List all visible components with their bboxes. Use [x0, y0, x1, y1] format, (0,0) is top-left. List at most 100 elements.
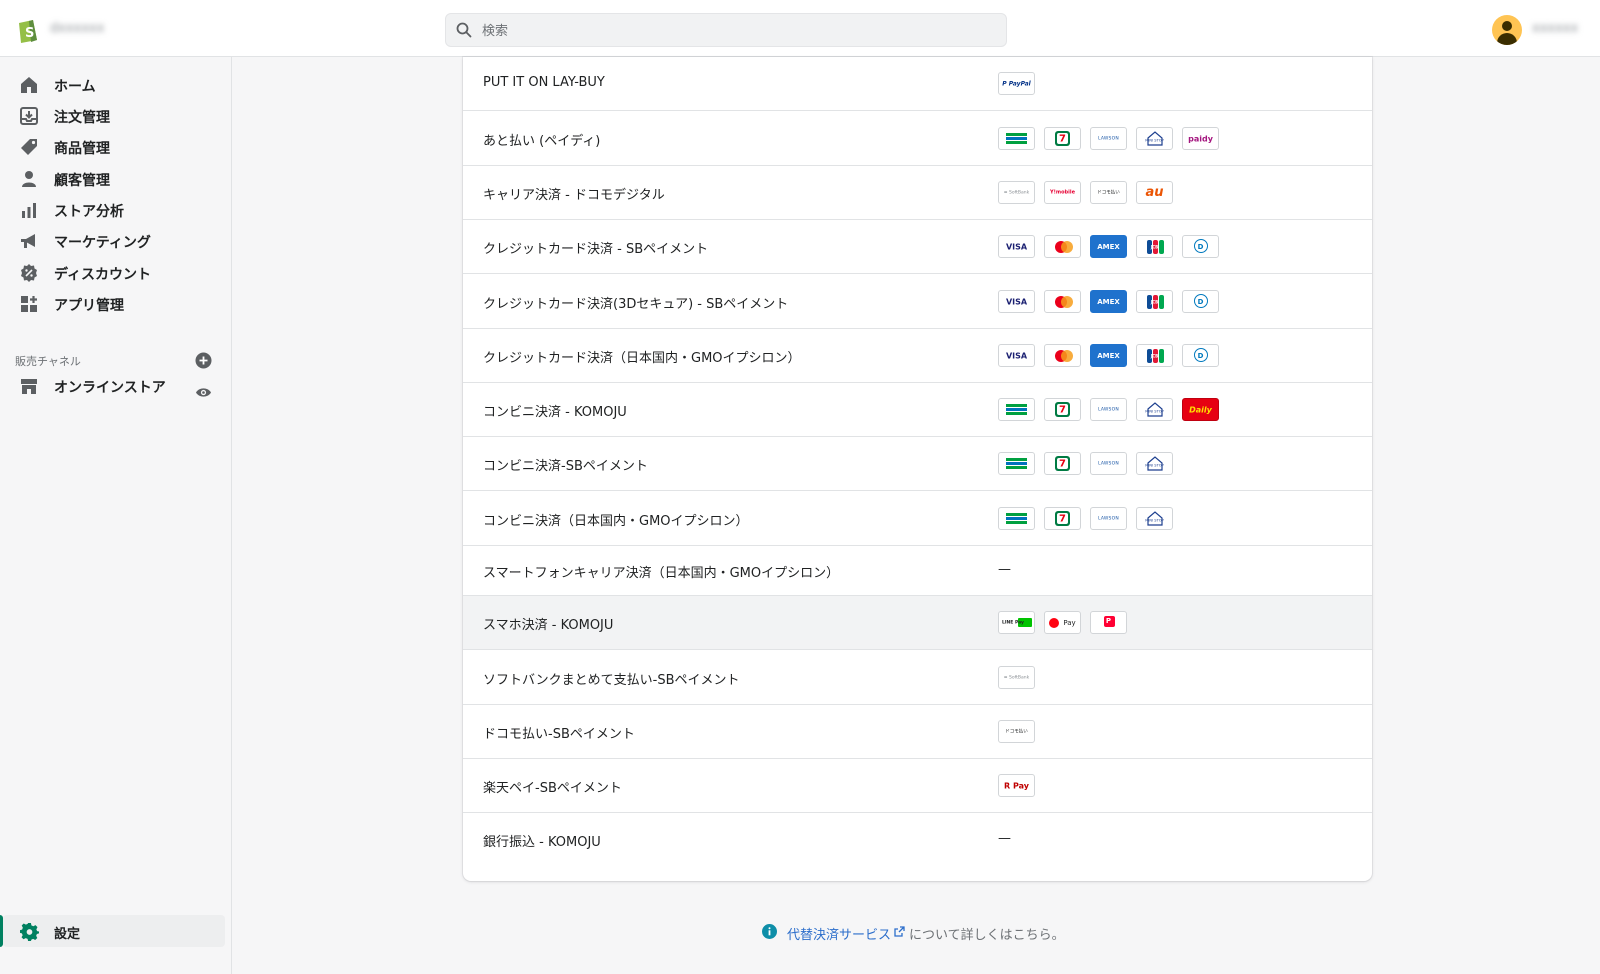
footer-text: について詳しくはこちら。: [909, 928, 1065, 943]
no-icons-dash: —: [998, 562, 1011, 577]
provider-name: あと払い (ペイディ): [483, 134, 601, 149]
shopify-logo-icon[interactable]: S: [14, 16, 42, 44]
payment-provider-row[interactable]: スマホ決済 - KOMOJU LINE Pay Pay P: [463, 596, 1372, 650]
mastercard-icon: [1044, 235, 1081, 258]
diners-icon: D: [1182, 290, 1219, 313]
payment-provider-row[interactable]: コンビニ決済（日本国内・GMOイプシロン） 7 LAWSON MINI STOP: [463, 491, 1372, 546]
payment-provider-row[interactable]: スマートフォンキャリア決済（日本国内・GMOイプシロン） —: [463, 546, 1372, 596]
alternative-payments-link[interactable]: 代替決済サービス: [787, 924, 891, 943]
payment-provider-row[interactable]: クレジットカード決済（日本国内・GMOイプシロン） VISA AMEX JCB D: [463, 329, 1372, 383]
sidebar-item-products[interactable]: 商品管理: [0, 131, 231, 161]
analytics-icon: [22, 203, 36, 218]
gear-icon: [20, 922, 39, 941]
jcb-icon: JCB: [1136, 235, 1173, 258]
payment-provider-row[interactable]: あと払い (ペイディ) 7 LAWSON MINI STOP paidy: [463, 111, 1372, 166]
payment-provider-row[interactable]: 銀行振込 - KOMOJU —: [463, 813, 1372, 881]
provider-name: 楽天ペイ-SBペイメント: [483, 781, 622, 796]
payment-icons: R Pay: [998, 774, 1035, 797]
top-bar: S dxxxxxx xxxxxx: [0, 0, 1600, 57]
ymobile-icon: Y!mobile: [1044, 181, 1081, 204]
diners-icon: D: [1182, 344, 1219, 367]
provider-name: クレジットカード決済 - SBペイメント: [483, 242, 709, 257]
sales-channels-heading: 販売チャネル: [15, 355, 81, 368]
payment-icons: ドコモ払い: [998, 720, 1035, 743]
amex-icon: AMEX: [1090, 235, 1127, 258]
sidebar-item-apps[interactable]: アプリ管理: [0, 288, 231, 318]
payment-provider-row[interactable]: ドコモ払い-SBペイメント ドコモ払い: [463, 705, 1372, 759]
orders-icon: [20, 107, 38, 125]
ministop-icon: MINI STOP: [1136, 507, 1173, 530]
provider-name: コンビニ決済 - KOMOJU: [483, 405, 627, 420]
jcb-icon: JCB: [1136, 290, 1173, 313]
jcb-icon: JCB: [1136, 344, 1173, 367]
sidebar-item-home[interactable]: ホーム: [0, 69, 231, 99]
ministop-icon: MINI STOP: [1136, 127, 1173, 150]
sidebar-item-marketing[interactable]: マーケティング: [0, 225, 231, 255]
provider-name: スマートフォンキャリア決済（日本国内・GMOイプシロン）: [483, 566, 840, 581]
payment-provider-row[interactable]: ソフトバンクまとめて支払い-SBペイメント ≡ SoftBank: [463, 650, 1372, 705]
store-icon: [21, 379, 37, 394]
payment-icons: P PayPal: [998, 72, 1035, 95]
mastercard-icon: [1044, 344, 1081, 367]
familymart-icon: [998, 398, 1035, 421]
customer-icon: [22, 171, 36, 187]
familymart-icon: [998, 127, 1035, 150]
sidebar-item-settings[interactable]: 設定: [0, 915, 225, 947]
payment-icons: 7 LAWSON MINI STOP: [998, 507, 1173, 530]
megaphone-icon: [21, 234, 35, 248]
payment-provider-row[interactable]: キャリア決済 - ドコモデジタル ≡ SoftBank Y!mobile ドコモ払い a…: [463, 166, 1372, 220]
sidebar-item-orders[interactable]: 注文管理: [0, 100, 231, 130]
alternative-payments-card: PUT IT ON LAY-BUY P PayPal あと払い (ペイディ) 7 LAW…: [463, 57, 1372, 881]
payment-provider-row[interactable]: コンビニ決済-SBペイメント 7 LAWSON MINI STOP: [463, 437, 1372, 491]
lawson-icon: LAWSON: [1090, 127, 1127, 150]
docomo-icon: ドコモ払い: [998, 720, 1035, 743]
seven-eleven-icon: 7: [1044, 452, 1081, 475]
provider-name: スマホ決済 - KOMOJU: [483, 618, 614, 633]
payment-provider-row[interactable]: クレジットカード決済 - SBペイメント VISA AMEX JCB D: [463, 220, 1372, 274]
paypay-icon: P: [1090, 611, 1127, 634]
visa-icon: VISA: [998, 235, 1035, 258]
payment-icons: 7 LAWSON MINI STOP Daily: [998, 398, 1219, 421]
sidebar-item-customers[interactable]: 顧客管理: [0, 163, 231, 193]
provider-name: 銀行振込 - KOMOJU: [483, 835, 601, 850]
daily-icon: Daily: [1182, 398, 1219, 421]
mastercard-icon: [1044, 290, 1081, 313]
home-icon: [21, 77, 37, 93]
provider-name: コンビニ決済-SBペイメント: [483, 459, 648, 474]
add-channel-icon[interactable]: [195, 352, 212, 369]
external-link-icon[interactable]: [894, 926, 905, 937]
store-name[interactable]: dxxxxxx: [50, 21, 104, 36]
ministop-icon: MINI STOP: [1136, 398, 1173, 421]
provider-name: クレジットカード決済（日本国内・GMOイプシロン）: [483, 351, 801, 366]
diners-icon: D: [1182, 235, 1219, 258]
payment-provider-row[interactable]: 楽天ペイ-SBペイメント R Pay: [463, 759, 1372, 813]
avatar[interactable]: [1492, 15, 1522, 45]
seven-eleven-icon: 7: [1044, 507, 1081, 530]
payment-icons: VISA AMEX JCB D: [998, 344, 1219, 367]
provider-name: ドコモ払い-SBペイメント: [483, 727, 635, 742]
payment-icons: ≡ SoftBank Y!mobile ドコモ払い au: [998, 181, 1173, 204]
eye-icon[interactable]: [195, 384, 212, 401]
docomo-icon: ドコモ払い: [1090, 181, 1127, 204]
payment-icons: VISA AMEX JCB D: [998, 290, 1219, 313]
amex-icon: AMEX: [1090, 290, 1127, 313]
lawson-icon: LAWSON: [1090, 398, 1127, 421]
familymart-icon: [998, 452, 1035, 475]
sidebar-item-discounts[interactable]: ディスカウント: [0, 257, 231, 287]
user-name[interactable]: xxxxxx: [1532, 21, 1578, 36]
payment-icons: LINE Pay Pay P: [998, 611, 1127, 634]
payment-provider-row[interactable]: クレジットカード決済(3Dセキュア) - SBペイメント VISA AMEX JCB D: [463, 274, 1372, 329]
softbank-icon: ≡ SoftBank: [998, 181, 1035, 204]
payment-provider-row[interactable]: PUT IT ON LAY-BUY P PayPal: [463, 57, 1372, 111]
paidy-icon: paidy: [1182, 127, 1219, 150]
sidebar-item-analytics[interactable]: ストア分析: [0, 194, 231, 224]
search-bar[interactable]: [445, 13, 1007, 48]
provider-name: キャリア決済 - ドコモデジタル: [483, 188, 665, 203]
rakutenpay-icon: R Pay: [998, 774, 1035, 797]
provider-name: ソフトバンクまとめて支払い-SBペイメント: [483, 673, 740, 688]
payment-icons: 7 LAWSON MINI STOP: [998, 452, 1173, 475]
visa-icon: VISA: [998, 290, 1035, 313]
lawson-icon: LAWSON: [1090, 507, 1127, 530]
search-input[interactable]: [480, 14, 984, 48]
payment-provider-row[interactable]: コンビニ決済 - KOMOJU 7 LAWSON MINI STOP Daily: [463, 383, 1372, 437]
